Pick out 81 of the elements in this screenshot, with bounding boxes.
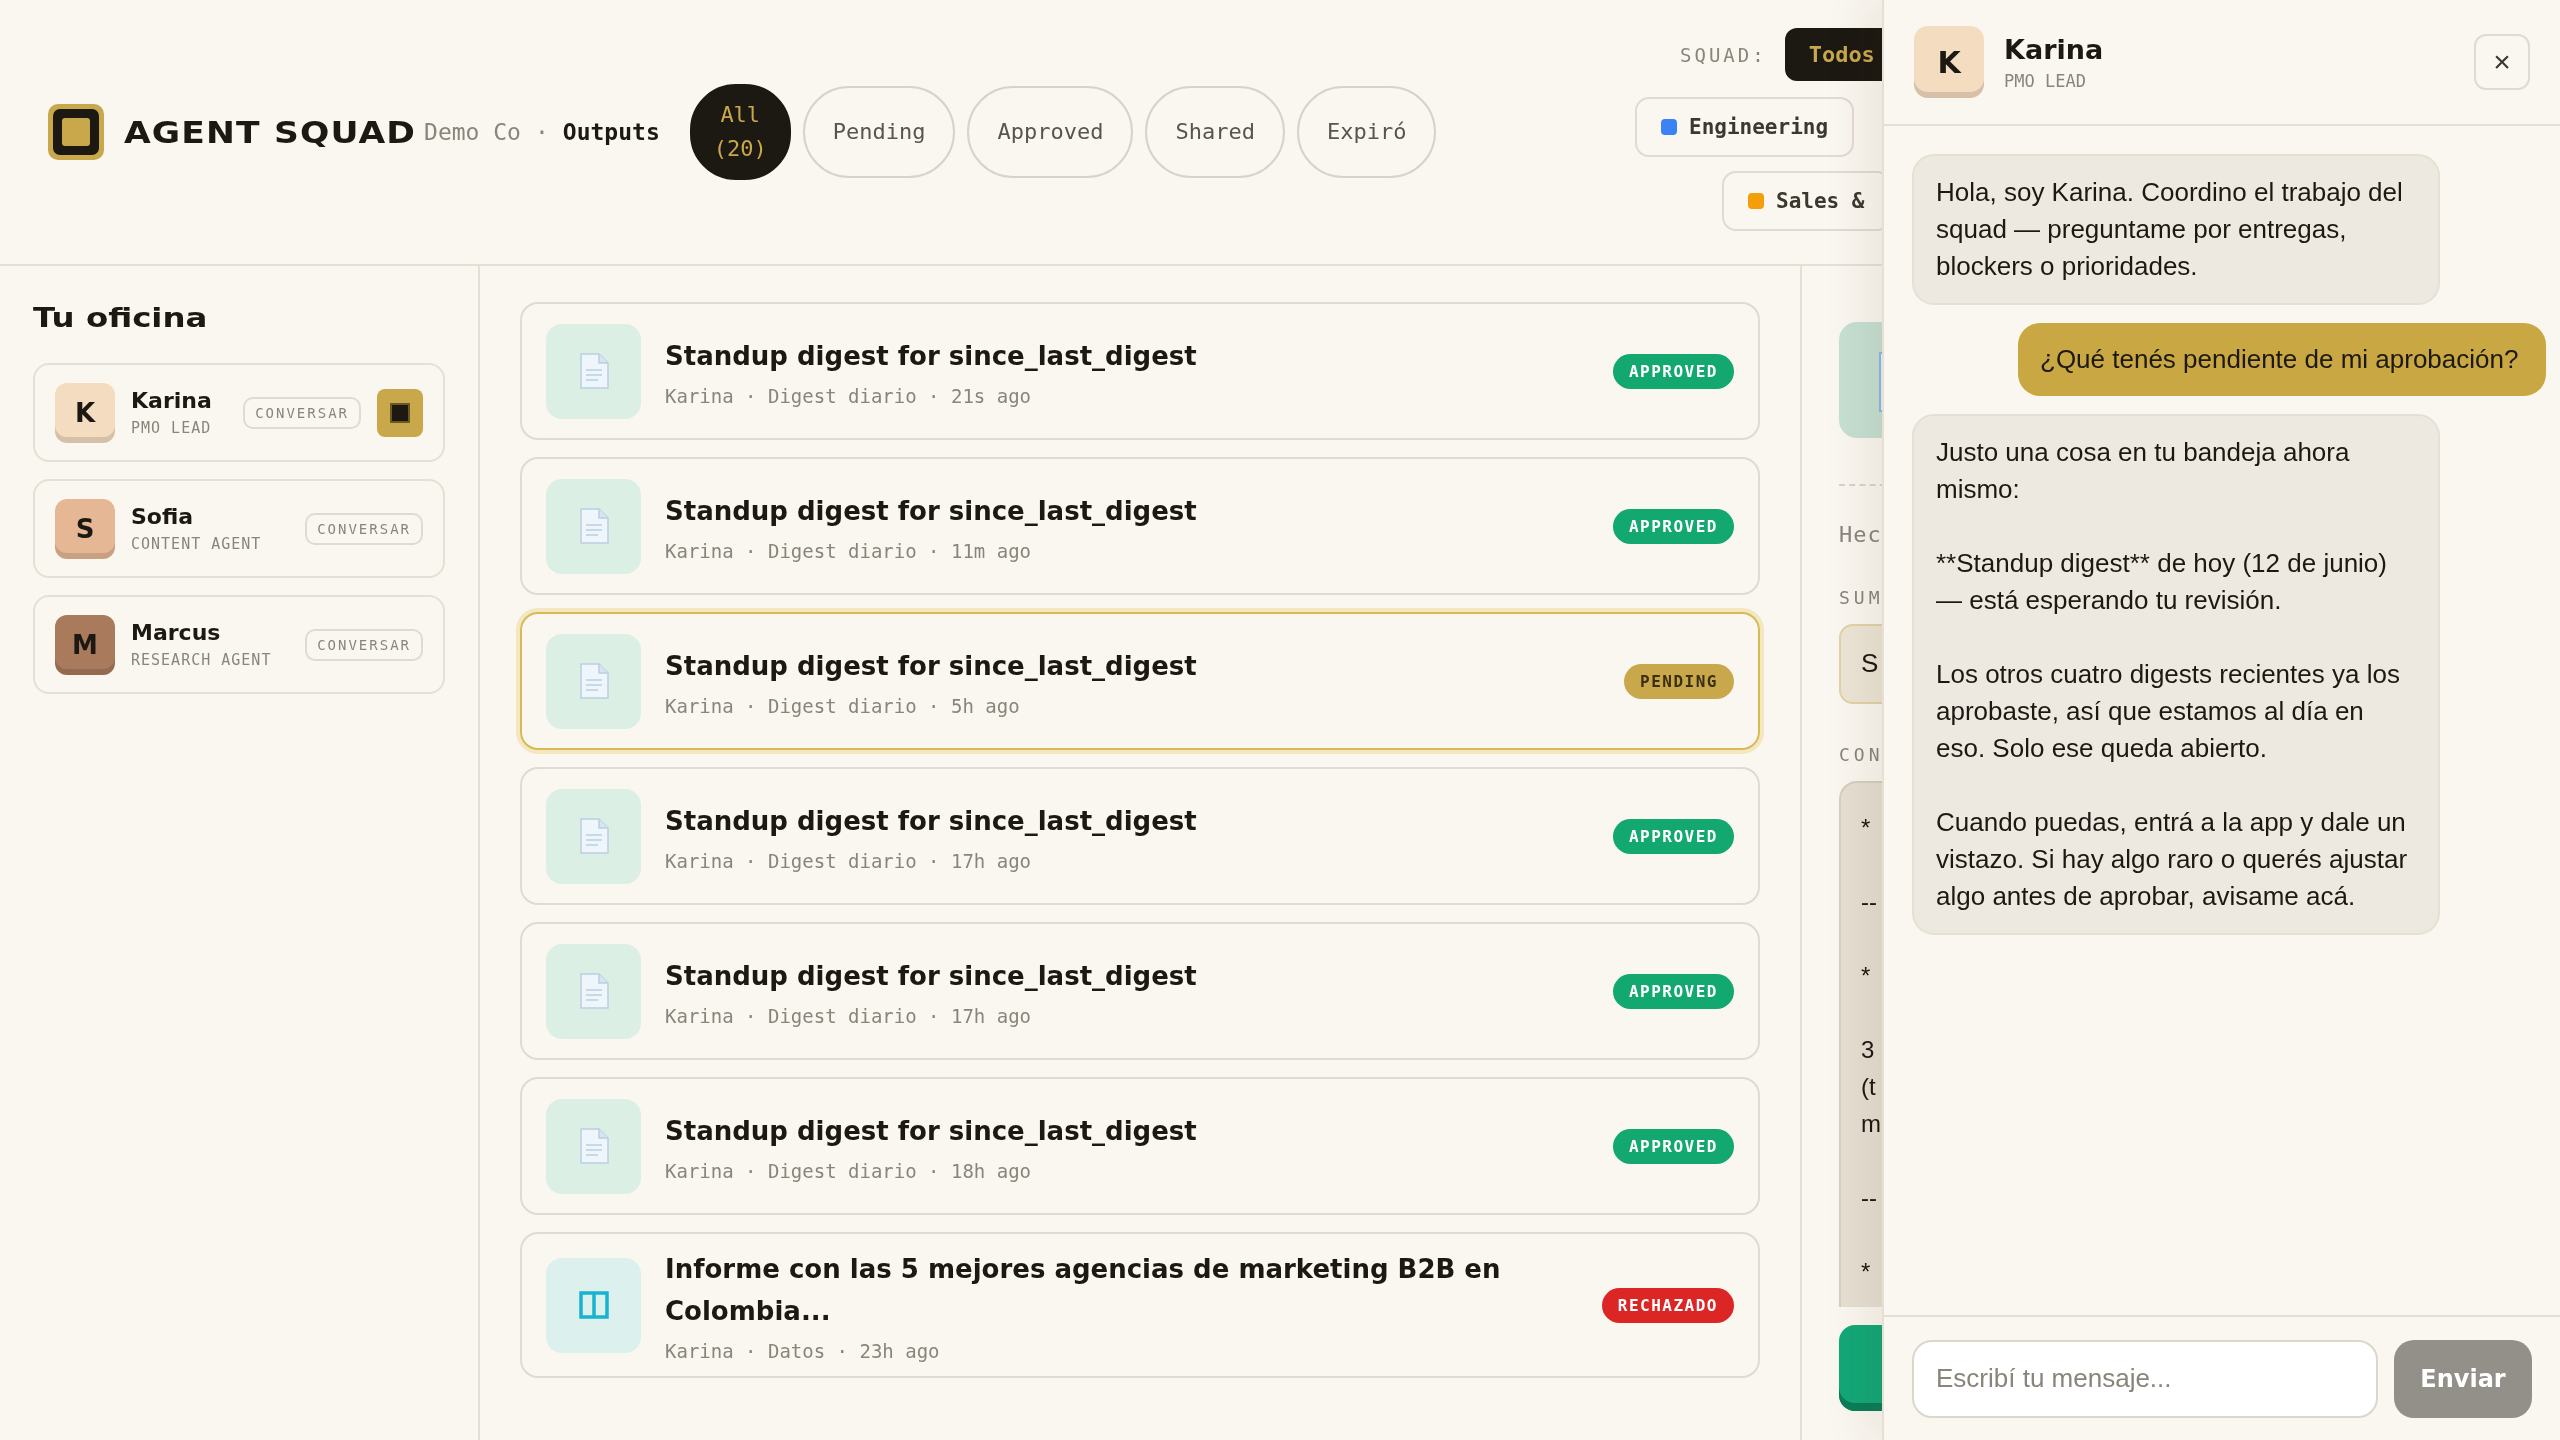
- status-badge: PENDING: [1624, 663, 1734, 699]
- output-meta: Karina · Digest diario · 11m ago: [665, 540, 1033, 562]
- document-icon: [578, 973, 609, 1009]
- output-card[interactable]: Standup digest for since_last_digest Karina · Digest diario · 18h ago APPROVED: [520, 1077, 1760, 1215]
- agent-name: Karina: [131, 388, 213, 413]
- output-title: Standup digest for since_last_digest: [665, 340, 1198, 373]
- app-title: AGENT SQUAD: [124, 114, 417, 150]
- output-meta: Karina · Digest diario · 21s ago: [665, 385, 1033, 407]
- chat-button[interactable]: CONVERSAR: [305, 512, 423, 545]
- breadcrumb-separator: ·: [534, 119, 549, 145]
- output-meta: Karina · Digest diario · 18h ago: [665, 1160, 1033, 1182]
- user-message: ¿Qué tenés pendiente de mi aprobación?: [2018, 323, 2546, 396]
- output-meta: Karina · Digest diario · 17h ago: [665, 1005, 1033, 1027]
- output-title: Standup digest for since_last_digest: [665, 495, 1198, 528]
- columns-icon: [578, 1291, 609, 1319]
- output-card[interactable]: Informe con las 5 mejores agencias de marketing B2B en Colombia... Karina · Datos · 23h ago RECHAZADO: [520, 1232, 1760, 1378]
- status-badge: RECHAZADO: [1601, 1287, 1734, 1323]
- squad-option[interactable]: Todos: [1784, 28, 1882, 81]
- document-icon: [578, 818, 609, 854]
- status-badge: APPROVED: [1612, 1128, 1734, 1164]
- agent-role: CONTENT AGENT: [131, 535, 263, 553]
- document-icon: [578, 353, 609, 389]
- agent-message: Hola, soy Karina. Coordino el trabajo del squad — preguntame por entregas, blockers o prioridades.: [1912, 154, 2440, 305]
- avatar: K: [1914, 26, 1984, 98]
- output-title: Standup digest for since_last_digest: [665, 650, 1198, 683]
- output-meta: Karina · Digest diario · 5h ago: [665, 695, 1021, 717]
- status-badge: APPROVED: [1612, 353, 1734, 389]
- org-name: Demo Co: [424, 119, 521, 145]
- filter-tab[interactable]: Expiró: [1296, 86, 1437, 178]
- filter-tab[interactable]: All (20): [689, 84, 791, 180]
- document-icon: [578, 508, 609, 544]
- team-label: Engineering: [1689, 115, 1829, 139]
- agent-card[interactable]: M Marcus RESEARCH AGENT CONVERSAR: [33, 595, 445, 694]
- output-card[interactable]: Standup digest for since_last_digest Karina · Digest diario · 21s ago APPROVED: [520, 302, 1760, 440]
- agent-message: Justo una cosa en tu bandeja ahora mismo: **Standup digest** de hoy (12 de junio) — está esperando tu revisión. Los otros cuatro digests recientes ya los aprobaste, así que estamos al día en eso. Solo ese queda abierto. Cuando puedas, entrá a la app y dale un vistazo. Si hay algo raro o querés ajustar algo antes de aprobar, avisame acá.: [1912, 414, 2440, 935]
- team-label: Sales &: [1776, 189, 1865, 213]
- filter-tab[interactable]: Pending: [802, 86, 956, 178]
- status-badge: APPROVED: [1612, 818, 1734, 854]
- avatar: M: [55, 614, 115, 675]
- status-badge: APPROVED: [1612, 508, 1734, 544]
- summary-box: S: [1839, 624, 1882, 704]
- team-chip[interactable]: Sales &: [1722, 171, 1882, 231]
- stop-button[interactable]: [377, 388, 423, 437]
- squad-label: SQUAD:: [1680, 43, 1767, 66]
- output-title: Standup digest for since_last_digest: [665, 805, 1198, 838]
- page-title: Outputs: [562, 119, 660, 145]
- agent-role: RESEARCH AGENT: [131, 651, 273, 669]
- avatar: S: [55, 498, 115, 559]
- chat-button[interactable]: CONVERSAR: [243, 396, 361, 429]
- logo-icon: [48, 104, 104, 160]
- document-icon: [578, 663, 609, 699]
- agent-name: Sofia: [131, 504, 195, 529]
- stop-icon: [390, 402, 410, 423]
- output-meta: Karina · Datos · 23h ago: [665, 1340, 941, 1362]
- section-label: SUM: [1839, 587, 1882, 608]
- output-card[interactable]: Standup digest for since_last_digest Karina · Digest diario · 17h ago APPROVED: [520, 767, 1760, 905]
- document-icon: [578, 1128, 609, 1164]
- agent-name: Karina: [2004, 33, 2105, 65]
- avatar: K: [55, 382, 115, 443]
- agent-card[interactable]: S Sofia CONTENT AGENT CONVERSAR: [33, 479, 445, 578]
- output-title: Standup digest for since_last_digest: [665, 1115, 1198, 1148]
- filter-tab[interactable]: Approved: [967, 86, 1134, 178]
- output-title: Informe con las 5 mejores agencias de marketing B2B en Colombia...: [665, 1253, 1502, 1328]
- team-chip[interactable]: Engineering: [1635, 97, 1855, 157]
- message-field[interactable]: Escribí tu mensaje...: [1912, 1339, 2378, 1418]
- close-button[interactable]: ×: [2474, 34, 2530, 90]
- section-title: Tu oficina: [33, 302, 208, 333]
- status-badge: APPROVED: [1612, 973, 1734, 1009]
- agent-name: Marcus: [131, 620, 222, 645]
- output-meta: Karina · Digest diario · 17h ago: [665, 850, 1033, 872]
- agent-role: PMO LEAD: [131, 419, 213, 437]
- section-label: CON: [1839, 744, 1882, 765]
- output-title: Standup digest for since_last_digest: [665, 960, 1198, 993]
- filter-tab[interactable]: Shared: [1145, 86, 1285, 178]
- output-card[interactable]: Standup digest for since_last_digest Karina · Digest diario · 11m ago APPROVED: [520, 457, 1760, 595]
- chat-button[interactable]: CONVERSAR: [305, 628, 423, 661]
- detail-label: Hec: [1839, 522, 1882, 547]
- agent-role: PMO LEAD: [2004, 70, 2087, 91]
- output-card[interactable]: Standup digest for since_last_digest Karina · Digest diario · 17h ago APPROVED: [520, 922, 1760, 1060]
- content-box: * -- * 3 (t m -- *: [1839, 781, 1882, 1307]
- agent-card[interactable]: K Karina PMO LEAD CONVERSAR: [33, 363, 445, 462]
